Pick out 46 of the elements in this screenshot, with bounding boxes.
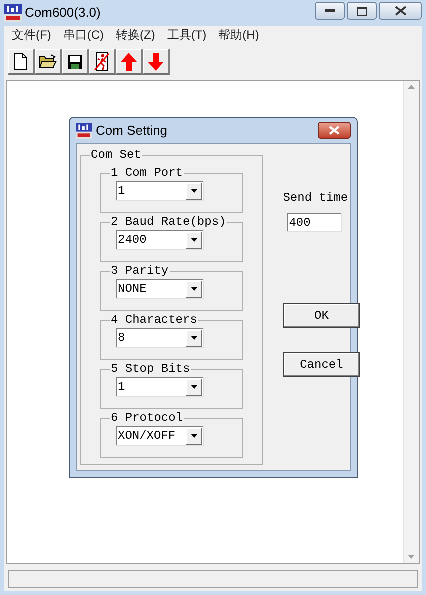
dropdown[interactable]: 1 [116, 377, 204, 397]
field-label: 6 Protocol [110, 411, 184, 425]
send-time-field[interactable]: 400 [287, 213, 342, 232]
menu-item[interactable]: 转换(Z) [110, 26, 162, 44]
field-label: 5 Stop Bits [110, 362, 192, 376]
field-label: 1 Com Port [110, 166, 184, 180]
menu-item[interactable]: 串口(C) [57, 26, 110, 44]
vertical-scrollbar[interactable] [403, 81, 419, 563]
toolbar-button[interactable] [8, 49, 35, 75]
field-label: 4 Characters [110, 313, 198, 327]
toolbar-button[interactable] [62, 49, 89, 75]
maximize-icon [357, 6, 367, 16]
group-label: Com Set [90, 147, 142, 164]
minimize-icon [325, 9, 335, 13]
dropdown[interactable]: 1 [116, 181, 204, 201]
close-button[interactable] [318, 122, 351, 139]
send-time-label: Send time [283, 190, 350, 207]
dialog-button[interactable]: Cancel [283, 352, 360, 377]
app-logo-icon [76, 122, 92, 138]
close-icon [394, 6, 406, 16]
close-button[interactable] [379, 2, 422, 20]
down-arrow-icon [147, 52, 165, 72]
dropdown[interactable]: NONE [116, 279, 204, 299]
document-icon [13, 52, 29, 70]
field-label: 2 Baud Rate(bps) [110, 215, 228, 229]
toolbar-button[interactable] [89, 49, 116, 75]
minimize-button[interactable] [315, 2, 345, 20]
dropdown[interactable]: XON/XOFF [116, 426, 204, 446]
up-arrow-icon [120, 52, 138, 72]
folder-icon [39, 54, 57, 70]
app-logo-icon [4, 4, 22, 22]
dropdown[interactable]: 2400 [116, 230, 204, 250]
menu-item[interactable]: 文件(F) [6, 26, 58, 44]
menu-item[interactable]: 工具(T) [161, 26, 213, 44]
dialog-button[interactable]: OK [283, 303, 360, 328]
scroll-up-arrow-icon [408, 85, 415, 89]
window-title: Com600(3.0) [25, 4, 101, 22]
running-figure-icon [93, 52, 111, 72]
dropdown[interactable]: 8 [116, 328, 204, 348]
dialog-title: Com Setting [96, 122, 168, 140]
maximize-button[interactable] [347, 2, 377, 20]
field-label: 3 Parity [110, 264, 170, 278]
scroll-down-arrow-icon [408, 555, 415, 559]
toolbar-button[interactable] [35, 49, 62, 75]
close-icon [329, 126, 340, 135]
menu-item[interactable]: 帮助(H) [212, 26, 266, 44]
